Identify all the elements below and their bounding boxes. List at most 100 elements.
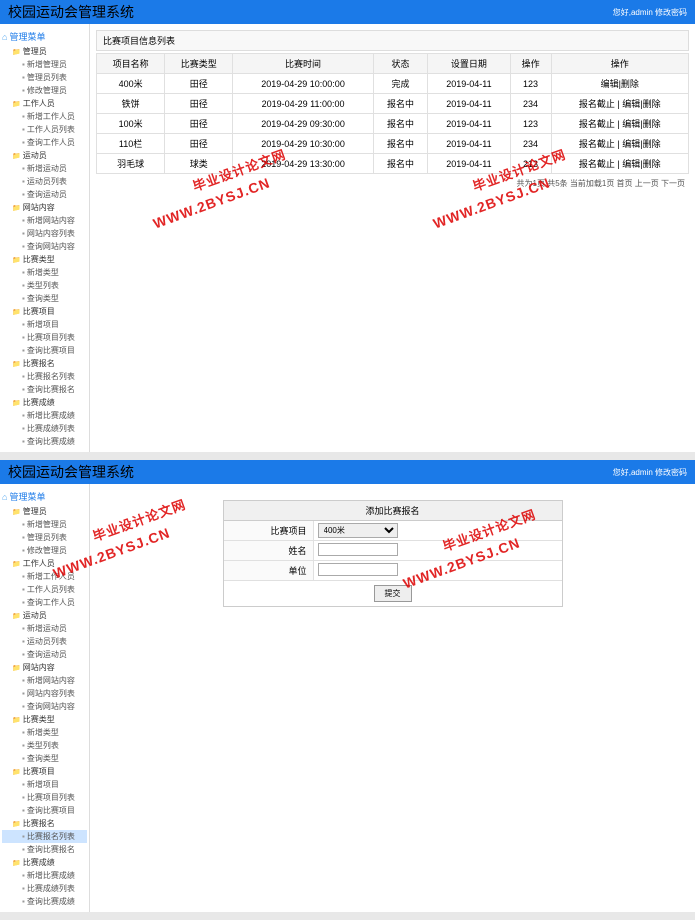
form-label: 比赛项目 xyxy=(224,521,314,540)
tree-group[interactable]: 比赛报名 xyxy=(2,357,87,370)
tree-item[interactable]: 管理员列表 xyxy=(2,531,87,544)
tree-item[interactable]: 修改管理员 xyxy=(2,84,87,97)
tree-item[interactable]: 新增运动员 xyxy=(2,162,87,175)
app-title: 校园运动会管理系统 xyxy=(8,462,134,482)
data-cell: 2019-04-11 xyxy=(428,94,510,114)
tree-item[interactable]: 工作人员列表 xyxy=(2,123,87,136)
tree-item[interactable]: 新增类型 xyxy=(2,266,87,279)
form-input[interactable] xyxy=(318,543,398,556)
main-panel: 添加比赛报名 比赛项目400米姓名单位 提交 xyxy=(90,484,695,912)
tree-item[interactable]: 比赛成绩列表 xyxy=(2,882,87,895)
tree-item[interactable]: 比赛报名列表 xyxy=(2,370,87,383)
tree-item[interactable]: 新增管理员 xyxy=(2,518,87,531)
tree-group[interactable]: 比赛类型 xyxy=(2,253,87,266)
tree-item[interactable]: 新增比赛成绩 xyxy=(2,409,87,422)
header-right[interactable]: 您好,admin 修改密码 xyxy=(613,7,687,18)
tree-item[interactable]: 修改管理员 xyxy=(2,544,87,557)
tree-item[interactable]: 新增项目 xyxy=(2,778,87,791)
tree-item[interactable]: 查询网站内容 xyxy=(2,240,87,253)
tree-item[interactable]: 新增项目 xyxy=(2,318,87,331)
tree-item[interactable]: 新增网站内容 xyxy=(2,674,87,687)
data-cell: 报名中 xyxy=(373,154,428,174)
tree-group[interactable]: 工作人员 xyxy=(2,97,87,110)
action-cell[interactable]: 213 xyxy=(510,154,551,174)
action-cell[interactable]: 报名截止 | 编辑|删除 xyxy=(551,154,688,174)
tree-group[interactable]: 比赛项目 xyxy=(2,305,87,318)
submit-button[interactable]: 提交 xyxy=(374,585,412,602)
header-right[interactable]: 您好,admin 修改密码 xyxy=(613,467,687,478)
tree-group[interactable]: 比赛成绩 xyxy=(2,856,87,869)
tree-item[interactable]: 网站内容列表 xyxy=(2,687,87,700)
tree-group[interactable]: 运动员 xyxy=(2,149,87,162)
tree-item[interactable]: 新增工作人员 xyxy=(2,110,87,123)
tree-item[interactable]: 查询比赛成绩 xyxy=(2,435,87,448)
tree-item[interactable]: 新增运动员 xyxy=(2,622,87,635)
sidebar-root[interactable]: 管理菜单 xyxy=(2,488,87,505)
action-cell[interactable]: 123 xyxy=(510,74,551,94)
data-cell: 2019-04-29 10:00:00 xyxy=(233,74,373,94)
tree-item[interactable]: 新增管理员 xyxy=(2,58,87,71)
table-row: 400米田径2019-04-29 10:00:00完成2019-04-11123… xyxy=(97,74,689,94)
tree-item[interactable]: 查询类型 xyxy=(2,292,87,305)
tree-group[interactable]: 网站内容 xyxy=(2,201,87,214)
form-input[interactable] xyxy=(318,563,398,576)
tree-item[interactable]: 比赛项目列表 xyxy=(2,331,87,344)
tree-item[interactable]: 查询类型 xyxy=(2,752,87,765)
tree-item[interactable]: 管理员列表 xyxy=(2,71,87,84)
form-title: 添加比赛报名 xyxy=(224,501,562,521)
form-select[interactable]: 400米 xyxy=(318,523,398,538)
data-cell: 100米 xyxy=(97,114,165,134)
tree-group[interactable]: 网站内容 xyxy=(2,661,87,674)
column-header: 操作 xyxy=(510,54,551,74)
tree-item[interactable]: 网站内容列表 xyxy=(2,227,87,240)
tree-item[interactable]: 新增比赛成绩 xyxy=(2,869,87,882)
tree-item[interactable]: 比赛项目列表 xyxy=(2,791,87,804)
tree-item[interactable]: 类型列表 xyxy=(2,279,87,292)
tree-group[interactable]: 比赛类型 xyxy=(2,713,87,726)
tree-item[interactable]: 查询工作人员 xyxy=(2,596,87,609)
tree-item[interactable]: 新增工作人员 xyxy=(2,570,87,583)
tree-item[interactable]: 查询比赛成绩 xyxy=(2,895,87,908)
action-cell[interactable]: 报名截止 | 编辑|删除 xyxy=(551,134,688,154)
tree-item[interactable]: 查询比赛报名 xyxy=(2,843,87,856)
tree-group[interactable]: 比赛报名 xyxy=(2,817,87,830)
tree-item[interactable]: 新增类型 xyxy=(2,726,87,739)
panel-title: 比赛项目信息列表 xyxy=(96,30,689,51)
tree-item[interactable]: 查询运动员 xyxy=(2,188,87,201)
tree-item[interactable]: 运动员列表 xyxy=(2,635,87,648)
action-cell[interactable]: 234 xyxy=(510,134,551,154)
column-header: 状态 xyxy=(373,54,428,74)
tree-group[interactable]: 管理员 xyxy=(2,505,87,518)
screenshot-top: 校园运动会管理系统 您好,admin 修改密码 管理菜单 管理员新增管理员管理员… xyxy=(0,0,695,452)
pager[interactable]: 共为1页 共5条 当前加载1页 首页 上一页 下一页 xyxy=(96,174,689,193)
tree-item[interactable]: 查询工作人员 xyxy=(2,136,87,149)
sidebar: 管理菜单 管理员新增管理员管理员列表修改管理员工作人员新增工作人员工作人员列表查… xyxy=(0,24,90,452)
sidebar: 管理菜单 管理员新增管理员管理员列表修改管理员工作人员新增工作人员工作人员列表查… xyxy=(0,484,90,912)
tree-group[interactable]: 管理员 xyxy=(2,45,87,58)
action-cell[interactable]: 报名截止 | 编辑|删除 xyxy=(551,114,688,134)
data-cell: 球类 xyxy=(165,154,233,174)
tree-item[interactable]: 比赛报名列表 xyxy=(2,830,87,843)
column-header: 设置日期 xyxy=(428,54,510,74)
action-cell[interactable]: 报名截止 | 编辑|删除 xyxy=(551,94,688,114)
tree-group[interactable]: 运动员 xyxy=(2,609,87,622)
tree-item[interactable]: 查询网站内容 xyxy=(2,700,87,713)
tree-item[interactable]: 新增网站内容 xyxy=(2,214,87,227)
tree-item[interactable]: 工作人员列表 xyxy=(2,583,87,596)
action-cell[interactable]: 123 xyxy=(510,114,551,134)
tree-item[interactable]: 比赛成绩列表 xyxy=(2,422,87,435)
tree-item[interactable]: 查询运动员 xyxy=(2,648,87,661)
action-cell[interactable]: 编辑|删除 xyxy=(551,74,688,94)
tree-group[interactable]: 比赛项目 xyxy=(2,765,87,778)
sidebar-root[interactable]: 管理菜单 xyxy=(2,28,87,45)
form-label: 姓名 xyxy=(224,541,314,560)
tree-group[interactable]: 比赛成绩 xyxy=(2,396,87,409)
tree-item[interactable]: 类型列表 xyxy=(2,739,87,752)
tree-item[interactable]: 查询比赛项目 xyxy=(2,344,87,357)
tree-item[interactable]: 运动员列表 xyxy=(2,175,87,188)
tree-item[interactable]: 查询比赛项目 xyxy=(2,804,87,817)
action-cell[interactable]: 234 xyxy=(510,94,551,114)
tree-group[interactable]: 工作人员 xyxy=(2,557,87,570)
tree-item[interactable]: 查询比赛报名 xyxy=(2,383,87,396)
data-cell: 2019-04-11 xyxy=(428,114,510,134)
